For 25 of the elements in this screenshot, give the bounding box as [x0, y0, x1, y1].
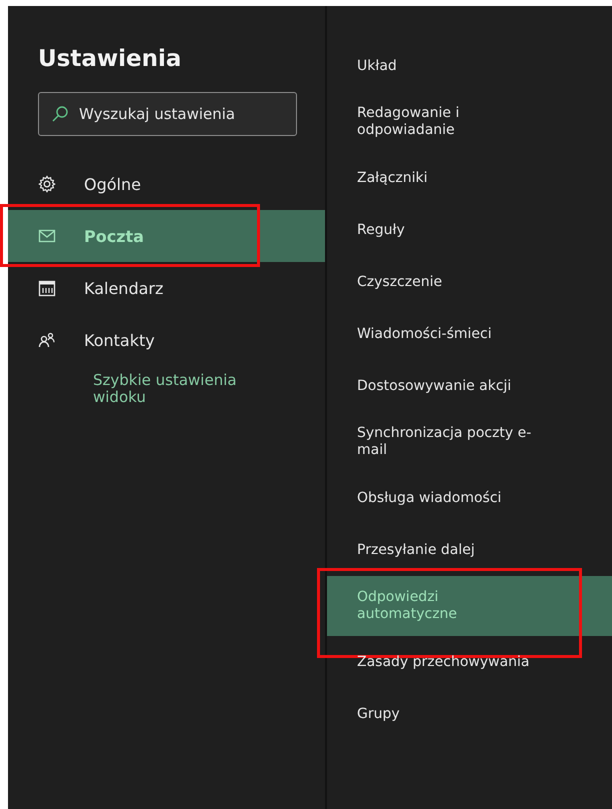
mail-icon — [38, 227, 56, 245]
settings-title: Ustawienia — [38, 46, 182, 72]
gear-icon — [38, 175, 56, 193]
calendar-icon — [38, 279, 56, 297]
subcategory-item[interactable]: Dostosowywanie akcji — [327, 360, 612, 412]
subcategory-item[interactable]: Synchronizacja poczty e-mail — [327, 412, 612, 472]
subcategory-item[interactable]: Grupy — [327, 688, 612, 740]
subcategory-item[interactable]: Czyszczenie — [327, 256, 612, 308]
subcategory-item[interactable]: Wiadomości-śmieci — [327, 308, 612, 360]
nav-item[interactable]: Kalendarz — [8, 262, 325, 314]
people-icon — [38, 331, 56, 349]
subcategory-item[interactable]: Redagowanie i odpowiadanie — [327, 92, 612, 152]
quick-settings-link[interactable]: Szybkie ustawienia widoku — [93, 372, 283, 406]
subcategory-item[interactable]: Przesyłanie dalej — [327, 524, 612, 576]
search-icon — [51, 105, 69, 123]
subcategory-item[interactable]: Zasady przechowywania — [327, 636, 612, 688]
search-field[interactable]: Wyszukaj ustawienia — [38, 92, 297, 136]
nav-item[interactable]: Kontakty — [8, 314, 325, 366]
subcategory-item[interactable]: Układ — [327, 40, 612, 92]
nav-item[interactable]: Poczta — [8, 210, 325, 262]
nav-item[interactable]: Ogólne — [8, 158, 325, 210]
subcategory-item[interactable]: Obsługa wiadomości — [327, 472, 612, 524]
subcategory-item[interactable]: Załączniki — [327, 152, 612, 204]
subcategory-item[interactable]: Odpowiedzi automatyczne — [327, 576, 612, 636]
subcategory-item[interactable]: Reguły — [327, 204, 612, 256]
